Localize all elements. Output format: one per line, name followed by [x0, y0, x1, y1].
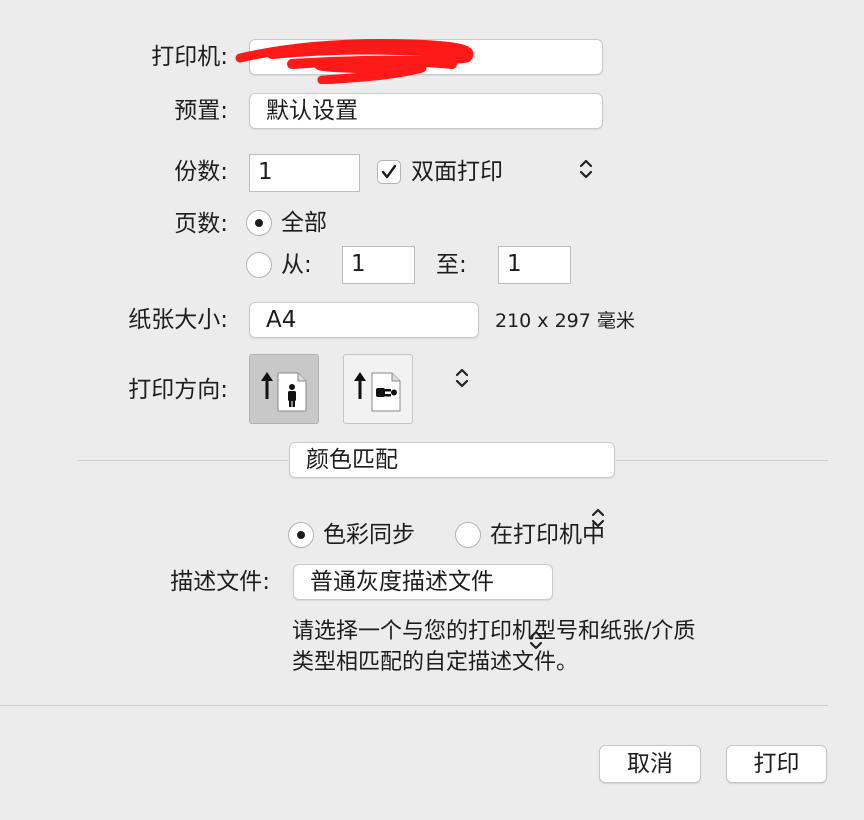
copies-label: 份数:: [174, 159, 228, 185]
pages-from-label: 从:: [281, 252, 312, 278]
two-sided-label: 双面打印: [411, 159, 503, 185]
pages-to-field[interactable]: 1: [498, 246, 571, 284]
color-sync-radio[interactable]: [288, 522, 314, 548]
chevron-updown-icon: [578, 94, 594, 244]
paper-dimensions: 210 x 297 毫米: [495, 310, 635, 332]
color-in-printer-label: 在打印机中: [490, 522, 605, 548]
profile-label: 描述文件:: [170, 569, 270, 595]
presets-label: 预置:: [174, 98, 228, 124]
profile-description-line1: 请选择一个与您的打印机型号和纸张/介质: [292, 619, 696, 644]
profile-description-line2: 类型相匹配的自定描述文件。: [292, 650, 579, 675]
landscape-icon: [354, 372, 401, 412]
redaction-scribble: [235, 39, 474, 84]
pages-all-radio[interactable]: [246, 210, 272, 236]
color-sync-label: 色彩同步: [323, 522, 415, 548]
chevron-updown-icon: [590, 443, 606, 593]
copies-value: 1: [258, 159, 273, 185]
section-value: 颜色匹配: [306, 447, 398, 473]
color-in-printer-radio[interactable]: [455, 522, 481, 548]
chevron-updown-icon: [454, 303, 470, 453]
presets-popup[interactable]: 默认设置: [249, 93, 603, 129]
pages-from-value: 1: [351, 251, 366, 277]
paper-size-label: 纸张大小:: [128, 307, 228, 333]
orientation-landscape-button[interactable]: [343, 354, 413, 424]
profile-value: 普通灰度描述文件: [310, 569, 494, 595]
section-divider-left: [78, 460, 288, 461]
pages-to-value: 1: [507, 251, 522, 277]
section-popup[interactable]: 颜色匹配: [289, 442, 615, 478]
checkmark-icon: [381, 164, 397, 179]
section-divider-right: [616, 460, 828, 461]
portrait-icon: [261, 372, 307, 412]
paper-size-popup[interactable]: A4: [249, 302, 479, 338]
pages-range-radio[interactable]: [246, 252, 272, 278]
orientation-label: 打印方向:: [128, 377, 228, 403]
profile-popup[interactable]: 普通灰度描述文件: [293, 564, 553, 600]
pages-from-field[interactable]: 1: [342, 246, 415, 284]
presets-value: 默认设置: [266, 98, 358, 124]
pages-label: 页数:: [174, 211, 228, 237]
orientation-portrait-button[interactable]: [249, 354, 319, 424]
bottom-divider: [0, 705, 828, 706]
cancel-button[interactable]: 取消: [599, 745, 701, 783]
pages-all-label: 全部: [281, 210, 327, 236]
printer-label: 打印机:: [151, 44, 228, 70]
paper-size-value: A4: [266, 307, 297, 333]
pages-to-label: 至:: [436, 252, 467, 278]
print-button[interactable]: 打印: [726, 745, 827, 783]
copies-field[interactable]: 1: [249, 154, 360, 192]
two-sided-checkbox[interactable]: [377, 160, 401, 184]
